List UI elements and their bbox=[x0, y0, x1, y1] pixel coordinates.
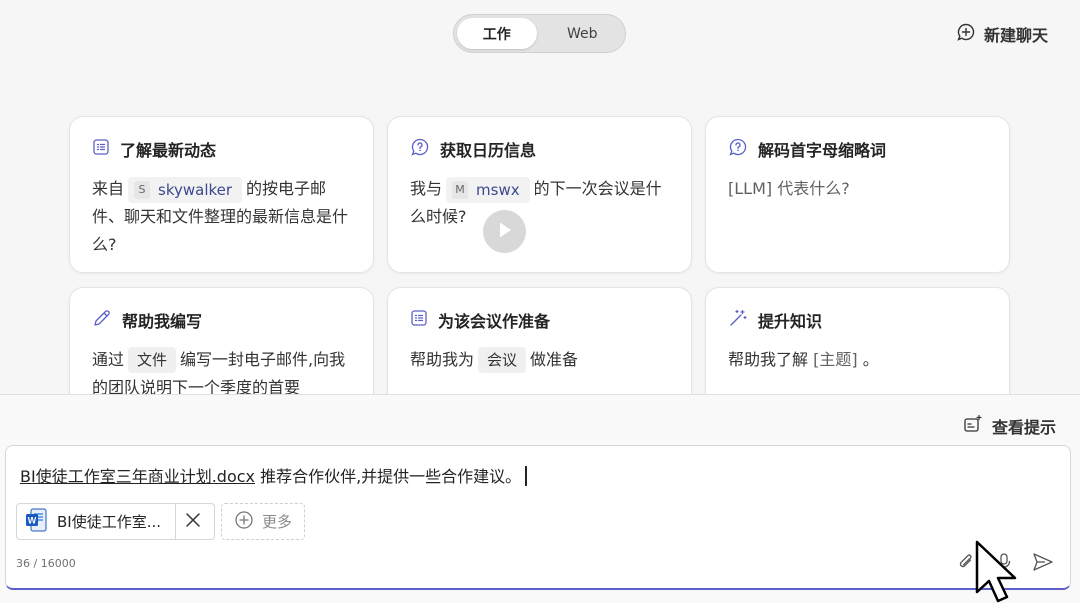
sparkle-list-icon bbox=[962, 414, 984, 438]
magic-wand-icon bbox=[728, 308, 748, 332]
text-caret bbox=[525, 466, 527, 486]
new-chat-button[interactable]: 新建聊天 bbox=[956, 22, 1048, 46]
card-body: 帮助我为 会议 做准备 bbox=[410, 346, 669, 374]
file-chip[interactable]: 文件 bbox=[128, 347, 177, 373]
card-title: 获取日历信息 bbox=[440, 141, 537, 160]
person-chip[interactable]: Sskywalker bbox=[128, 176, 243, 203]
play-icon bbox=[497, 221, 513, 243]
card-title: 为该会议作准备 bbox=[438, 312, 551, 331]
mode-web-button[interactable]: Web bbox=[543, 18, 623, 49]
card-title: 帮助我编写 bbox=[122, 312, 203, 331]
card-title: 提升知识 bbox=[758, 312, 823, 331]
topic-placeholder[interactable]: [主题] bbox=[813, 350, 858, 369]
person-name: mswx bbox=[476, 180, 520, 199]
new-chat-icon bbox=[956, 22, 976, 46]
meeting-chip[interactable]: 会议 bbox=[478, 347, 527, 373]
more-label: 更多 bbox=[261, 513, 292, 531]
card-body: 帮助我了解 [主题] 。 bbox=[728, 350, 879, 369]
list-icon bbox=[92, 138, 110, 160]
new-chat-label: 新建聊天 bbox=[984, 26, 1049, 45]
message-composer[interactable]: BI使徒工作室三年商业计划.docx 推荐合作伙伴,并提供一些合作建议。 W B… bbox=[5, 445, 1071, 590]
pen-icon bbox=[92, 308, 112, 332]
more-button[interactable]: 更多 bbox=[221, 503, 305, 540]
person-name: skywalker bbox=[158, 180, 233, 199]
attachment-chip[interactable]: W BI使徒工作室... bbox=[16, 503, 215, 540]
card-body: [LLM] 代表什么? bbox=[728, 179, 850, 198]
attach-paperclip-button[interactable] bbox=[956, 552, 976, 576]
composer-input[interactable]: BI使徒工作室三年商业计划.docx 推荐合作伙伴,并提供一些合作建议。 bbox=[20, 463, 527, 487]
character-count: 36 / 16000 bbox=[16, 557, 76, 570]
composer-message: 推荐合作伙伴,并提供一些合作建议。 bbox=[255, 467, 522, 486]
document-reference[interactable]: BI使徒工作室三年商业计划.docx bbox=[20, 467, 255, 486]
card-body: 来自 Sskywalker 的按电子邮件、聊天和文件整理的最新信息是什么? bbox=[92, 175, 351, 259]
view-prompts-label: 查看提示 bbox=[992, 418, 1057, 437]
question-chat-icon bbox=[728, 137, 748, 161]
plus-circle-icon bbox=[234, 510, 254, 534]
mouse-cursor-icon bbox=[974, 540, 1020, 603]
mode-work-button[interactable]: 工作 bbox=[457, 18, 537, 49]
person-avatar: S bbox=[134, 180, 151, 199]
play-button[interactable] bbox=[483, 210, 526, 253]
svg-text:W: W bbox=[28, 515, 37, 525]
card-body: 我与 Mmswx 的下一次会议是什么时候? bbox=[410, 175, 669, 231]
person-chip[interactable]: Mmswx bbox=[446, 176, 530, 203]
prompt-card-acronym[interactable]: 解码首字母缩略词 [LLM] 代表什么? bbox=[705, 116, 1010, 273]
remove-attachment-button[interactable] bbox=[176, 503, 209, 540]
mode-toggle: 工作 Web bbox=[453, 14, 626, 53]
question-chat-icon bbox=[410, 137, 430, 161]
prompt-card-latest-updates[interactable]: 了解最新动态 来自 Sskywalker 的按电子邮件、聊天和文件整理的最新信息是什… bbox=[69, 116, 374, 273]
close-icon bbox=[185, 512, 201, 532]
word-doc-icon: W bbox=[25, 508, 47, 536]
attachment-name: BI使徒工作室... bbox=[57, 513, 162, 531]
list-icon bbox=[410, 309, 428, 331]
person-avatar: M bbox=[452, 180, 469, 199]
paperclip-icon bbox=[956, 554, 976, 576]
card-title: 了解最新动态 bbox=[120, 141, 217, 160]
card-title: 解码首字母缩略词 bbox=[758, 141, 887, 160]
view-prompts-button[interactable]: 查看提示 bbox=[962, 414, 1056, 438]
prompt-card-calendar[interactable]: 获取日历信息 我与 Mmswx 的下一次会议是什么时候? bbox=[387, 116, 692, 273]
send-icon bbox=[1032, 553, 1054, 576]
send-button[interactable] bbox=[1032, 552, 1054, 576]
